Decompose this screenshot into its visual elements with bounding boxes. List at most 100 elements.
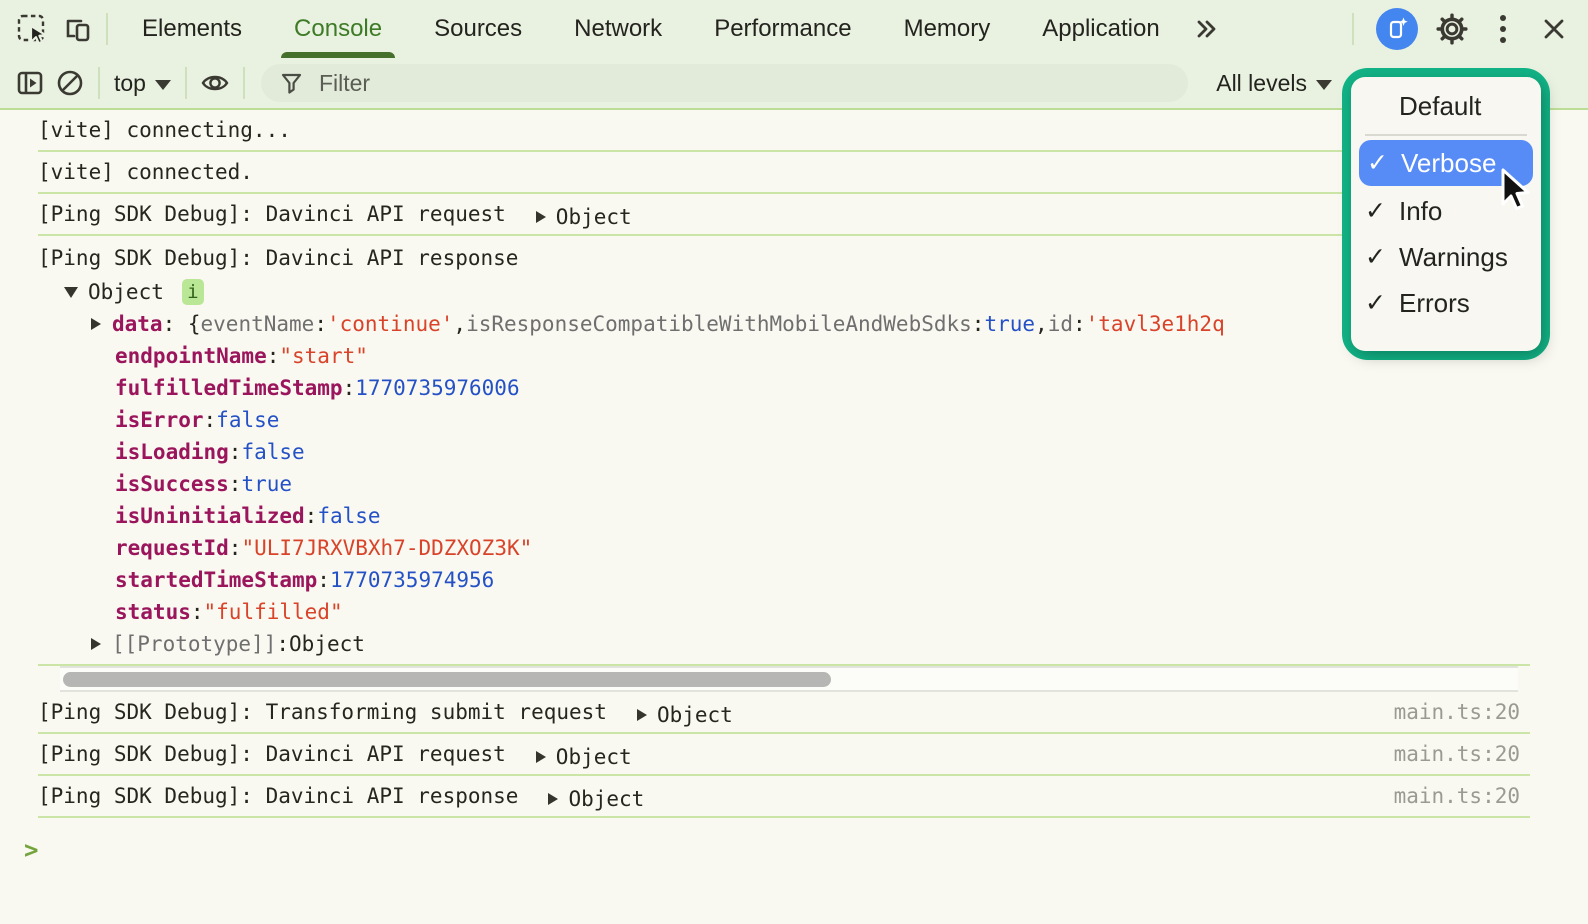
prototype-row[interactable]: [[Prototype]]: Object xyxy=(38,628,1530,660)
ai-assistant-icon[interactable] xyxy=(1376,8,1418,50)
property-name: fulfilledTimeStamp xyxy=(115,376,343,400)
property-value: false xyxy=(241,440,305,464)
colon: : xyxy=(342,376,356,400)
expand-arrow-icon[interactable] xyxy=(91,318,101,330)
collapsed-object-preview[interactable]: Object xyxy=(535,745,632,769)
colon: : xyxy=(304,504,318,528)
close-icon[interactable] xyxy=(1534,9,1574,49)
source-location-link[interactable]: main.ts:20 xyxy=(1394,784,1530,808)
object-property-row[interactable]: requestId: "ULI7JRXVBXh7-DDZXOZ3K" xyxy=(38,532,1530,564)
console-message-row-expanded[interactable]: [Ping SDK Debug]: Davinci API response Ob… xyxy=(38,236,1530,666)
toolbar-divider xyxy=(98,67,100,99)
property-name: isLoading xyxy=(115,440,229,464)
object-label: Object xyxy=(88,280,164,304)
console-message-row[interactable]: [vite] connected. xyxy=(38,152,1530,194)
log-message-line: [Ping SDK Debug]: Davinci API response xyxy=(38,240,1530,276)
object-property-row[interactable]: endpointName: "start" xyxy=(38,340,1530,372)
expand-arrow-icon[interactable] xyxy=(535,211,546,223)
tab-console[interactable]: Console xyxy=(268,0,408,58)
prototype-key: [[Prototype]] xyxy=(112,632,277,656)
scrollbar-thumb[interactable] xyxy=(63,672,831,687)
preview-token: isResponseCompatibleWithMobileAndWebSdks xyxy=(466,312,972,336)
source-location-link[interactable]: main.ts:20 xyxy=(1394,700,1530,724)
property-value: 1770735976006 xyxy=(355,376,520,400)
checkmark-icon: ✓ xyxy=(1365,289,1386,317)
object-root-row[interactable]: Object i xyxy=(38,276,1530,308)
clear-console-icon[interactable] xyxy=(50,63,90,103)
expand-arrow-icon[interactable] xyxy=(636,709,647,721)
log-message-text: [Ping SDK Debug]: Davinci API response xyxy=(38,246,519,270)
log-levels-menu: Default ✓ Verbose ✓ Info ✓ Warnings ✓ Errors xyxy=(1351,77,1541,351)
source-location-link[interactable]: main.ts:20 xyxy=(1394,742,1530,766)
log-message-text: [Ping SDK Debug]: Davinci API response xyxy=(38,784,519,808)
object-property-row[interactable]: isLoading: false xyxy=(38,436,1530,468)
log-message-text: [Ping SDK Debug]: Davinci API request xyxy=(38,202,506,226)
menu-item-errors[interactable]: ✓ Errors xyxy=(1351,280,1541,326)
object-property-row[interactable]: status: "fulfilled" xyxy=(38,596,1530,628)
console-message-row[interactable]: [Ping SDK Debug]: Davinci API response Ob… xyxy=(38,776,1530,818)
data-preview-row[interactable]: data: {eventName: 'continue', isResponse… xyxy=(38,308,1530,340)
filter-box[interactable] xyxy=(260,64,1189,102)
settings-gear-icon[interactable] xyxy=(1432,9,1472,49)
live-expression-eye-icon[interactable] xyxy=(195,63,235,103)
preview-token: : xyxy=(971,312,985,336)
tab-elements[interactable]: Elements xyxy=(116,0,268,58)
tab-memory[interactable]: Memory xyxy=(878,0,1017,58)
expand-arrow-icon[interactable] xyxy=(91,638,101,650)
prompt-chevron-icon: > xyxy=(24,836,39,864)
object-label: Object xyxy=(656,703,733,727)
more-options-kebab-icon[interactable] xyxy=(1486,9,1520,49)
dock-side-icon[interactable] xyxy=(10,63,50,103)
expand-arrow-icon[interactable] xyxy=(548,793,559,805)
console-message-row[interactable]: [Ping SDK Debug]: Transforming submit re… xyxy=(38,692,1530,734)
collapsed-object-preview[interactable]: Object xyxy=(636,703,733,727)
console-message-row[interactable]: [Ping SDK Debug]: Davinci API request Obj… xyxy=(38,194,1530,236)
object-label: Object xyxy=(555,745,632,769)
annotation-highlight-box: Default ✓ Verbose ✓ Info ✓ Warnings ✓ Errors xyxy=(1342,68,1550,360)
collapsed-object-preview[interactable]: Object xyxy=(548,787,644,811)
log-levels-label: All levels xyxy=(1216,69,1307,96)
device-toolbar-icon[interactable] xyxy=(58,9,98,49)
object-property-row[interactable]: isUninitialized: false xyxy=(38,500,1530,532)
tab-performance[interactable]: Performance xyxy=(688,0,877,58)
menu-item-label: Warnings xyxy=(1399,241,1508,272)
inspect-icon[interactable] xyxy=(12,9,52,49)
property-value: "start" xyxy=(279,344,368,368)
menu-item-warnings[interactable]: ✓ Warnings xyxy=(1351,234,1541,280)
colon: : xyxy=(228,472,242,496)
menu-item-label: Errors xyxy=(1399,287,1470,318)
object-property-row[interactable]: isError: false xyxy=(38,404,1530,436)
collapsed-object-preview[interactable]: Object xyxy=(535,205,632,229)
preview-token: eventName xyxy=(200,312,315,336)
filter-input[interactable] xyxy=(316,68,1171,98)
horizontal-scrollbar[interactable] xyxy=(60,666,1518,692)
colon: : xyxy=(190,600,204,624)
property-value: true xyxy=(241,472,293,496)
toolbar-divider xyxy=(106,13,108,45)
object-property-row[interactable]: fulfilledTimeStamp: 1770735976006 xyxy=(38,372,1530,404)
collapse-arrow-icon[interactable] xyxy=(64,286,78,298)
tab-sources[interactable]: Sources xyxy=(408,0,548,58)
preview-token: data xyxy=(112,312,163,336)
object-label: Object xyxy=(568,787,645,811)
console-message-row[interactable]: [Ping SDK Debug]: Davinci API request Obj… xyxy=(38,734,1530,776)
colon: : xyxy=(228,536,242,560)
property-value: "ULI7JRXVBXh7-DDZXOZ3K" xyxy=(241,536,533,560)
checkmark-icon: ✓ xyxy=(1365,197,1386,225)
mouse-cursor xyxy=(1501,168,1530,210)
object-property-row[interactable]: isSuccess: true xyxy=(38,468,1530,500)
context-selector[interactable]: top xyxy=(108,70,177,97)
more-tabs-chevrons-icon[interactable] xyxy=(1186,9,1226,49)
expand-arrow-icon[interactable] xyxy=(535,751,546,763)
log-message-text: [Ping SDK Debug]: Transforming submit re… xyxy=(38,700,607,724)
tab-network[interactable]: Network xyxy=(548,0,688,58)
property-value: false xyxy=(216,408,280,432)
console-message-row[interactable]: [vite] connecting... xyxy=(38,110,1530,152)
log-levels-selector[interactable]: All levels xyxy=(1210,70,1338,97)
tab-application[interactable]: Application xyxy=(1016,0,1185,58)
colon: : xyxy=(317,568,330,592)
property-name: isUninitialized xyxy=(115,504,305,528)
menu-item-default[interactable]: Default xyxy=(1351,83,1541,129)
console-prompt-row[interactable]: > xyxy=(0,818,1588,864)
object-property-row[interactable]: startedTimeStamp: 1770735974956 xyxy=(38,564,1530,596)
